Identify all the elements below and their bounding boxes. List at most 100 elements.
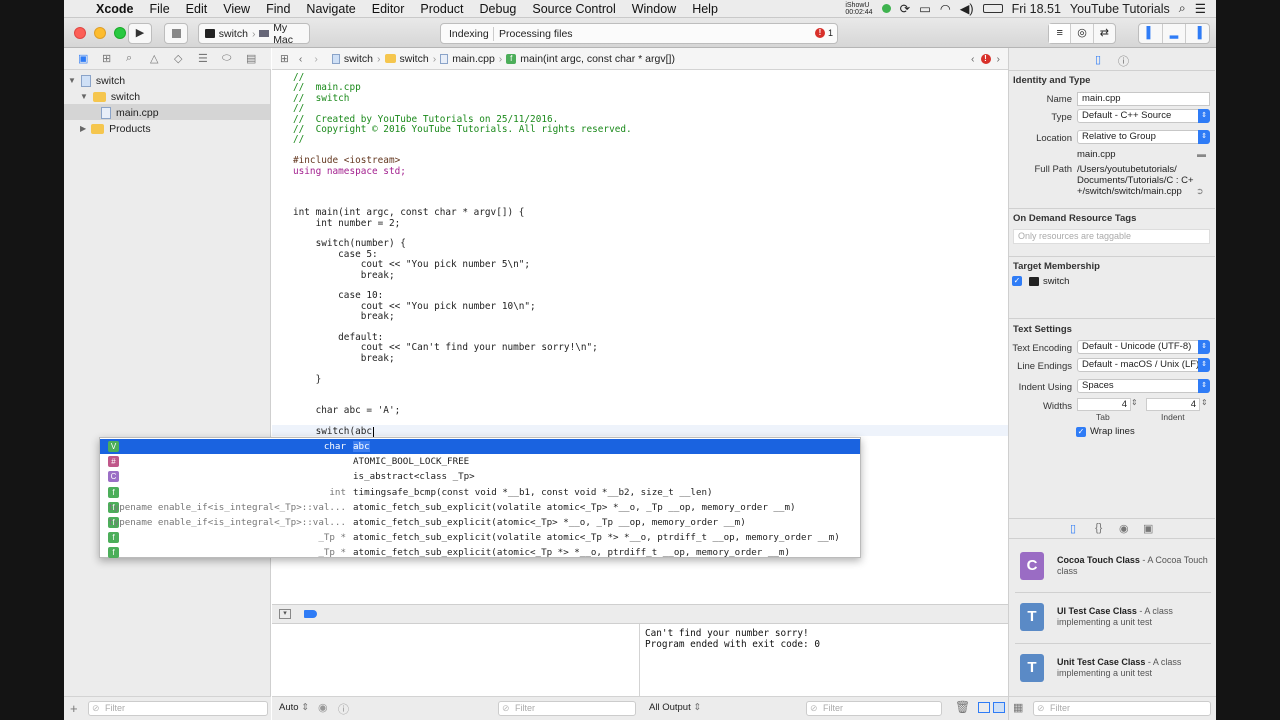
run-button[interactable]: ▶ — [128, 23, 152, 44]
autocomplete-item[interactable]: f _Tp * atomic_fetch_sub_explicit(volatile… — [100, 530, 860, 545]
hierarchy-tab-icon[interactable]: ⊞ — [102, 52, 111, 65]
issue-icon[interactable]: ! — [980, 53, 991, 64]
menu-xcode[interactable]: Xcode — [88, 2, 142, 16]
breakpoint-tab-icon[interactable]: ⬭ — [222, 52, 231, 65]
variables-scope-selector[interactable]: Auto ⇕ — [279, 702, 309, 713]
debug-tab-icon[interactable]: ☰ — [198, 52, 208, 65]
file-inspector-icon[interactable]: ▯ — [1095, 53, 1101, 66]
template-icon[interactable]: C — [1020, 552, 1044, 580]
template-item[interactable]: Unit Test Case Class - A class implement… — [1057, 657, 1209, 679]
trash-icon[interactable]: 🗑 — [955, 700, 970, 714]
menu-clock[interactable]: Fri 18.51 — [1012, 2, 1061, 16]
template-icon[interactable]: T — [1020, 654, 1044, 682]
location-select[interactable]: Relative to Group ⇕ — [1077, 130, 1210, 144]
tree-item-group-switch[interactable]: ▼ switch — [80, 89, 140, 104]
search-tab-icon[interactable]: ⌕ — [126, 52, 132, 65]
menu-edit[interactable]: Edit — [178, 2, 216, 16]
name-field[interactable]: main.cpp — [1077, 92, 1210, 106]
jump-crumb-function[interactable]: main(int argc, const char * argv[]) — [520, 53, 675, 65]
ondemand-tags-field[interactable]: Only resources are taggable — [1013, 229, 1210, 244]
menu-find[interactable]: Find — [258, 2, 298, 16]
template-item[interactable]: UI Test Case Class - A class implementin… — [1057, 606, 1209, 628]
tree-item-main-cpp[interactable]: main.cpp — [101, 105, 159, 120]
battery-icon[interactable] — [982, 4, 1003, 13]
menu-editor[interactable]: Editor — [364, 2, 413, 16]
sync-icon[interactable]: ⟳ — [900, 1, 910, 16]
airplay-icon[interactable]: ▭ — [919, 1, 931, 16]
type-select[interactable]: Default - C++ Source ⇕ — [1077, 109, 1210, 123]
grid-view-icon[interactable]: ▦ — [1013, 701, 1023, 714]
report-tab-icon[interactable]: ▤ — [246, 52, 256, 65]
print-description-icon[interactable]: ⓘ — [338, 701, 349, 717]
menu-navigate[interactable]: Navigate — [298, 2, 363, 16]
standard-editor-icon[interactable]: ≡ — [1049, 24, 1071, 43]
back-icon[interactable]: ‹ — [299, 53, 303, 65]
folder-tab-icon[interactable]: ▣ — [78, 52, 88, 65]
jump-crumb-file[interactable]: main.cpp — [452, 53, 495, 65]
quicklook-icon[interactable]: ◉ — [318, 701, 328, 714]
navigator-filter[interactable]: ⊘ Filter — [88, 701, 268, 716]
autocomplete-item[interactable]: Vchar abc — [100, 439, 860, 454]
file-template-library-icon[interactable]: ▯ — [1070, 522, 1076, 535]
menu-file[interactable]: File — [142, 2, 178, 16]
menu-debug[interactable]: Debug — [472, 2, 525, 16]
toggle-navigator-icon[interactable]: ▌ — [1139, 24, 1162, 43]
assistant-editor-icon[interactable]: ◎ — [1070, 24, 1092, 43]
disclosure-open-icon[interactable]: ▼ — [80, 92, 88, 101]
close-window-button[interactable] — [74, 27, 86, 39]
tree-item-products[interactable]: ▶ Products — [80, 121, 151, 136]
tab-stepper-icon[interactable]: ⇕ — [1131, 398, 1138, 407]
quick-help-icon[interactable]: ⓘ — [1118, 53, 1129, 69]
add-file-icon[interactable]: + — [70, 701, 78, 716]
hide-debug-area-icon[interactable]: ▾ — [279, 609, 291, 619]
toggle-utilities-icon[interactable]: ▐ — [1185, 24, 1209, 43]
error-count[interactable]: 1 — [828, 28, 833, 38]
stop-button[interactable] — [164, 23, 188, 44]
wifi-icon[interactable]: ◠ — [940, 1, 951, 16]
menu-user[interactable]: YouTube Tutorials — [1070, 2, 1170, 16]
next-issue-icon[interactable]: › — [997, 53, 1001, 65]
autocomplete-item[interactable]: f typename enable_if<is_integral<_Tp>::va… — [100, 515, 860, 530]
autocomplete-item[interactable]: f typename enable_if<is_integral<_Tp>::va… — [100, 500, 860, 515]
autocomplete-popup[interactable]: Vchar abc # ATOMIC_BOOL_LOCK_FREE Cis_abstra… — [99, 437, 861, 559]
toggle-debug-area-icon[interactable]: ▂ — [1161, 24, 1186, 43]
autocomplete-item[interactable]: # ATOMIC_BOOL_LOCK_FREE — [100, 454, 860, 469]
menu-view[interactable]: View — [215, 2, 258, 16]
show-variables-icon[interactable] — [978, 702, 990, 713]
menu-window[interactable]: Window — [624, 2, 684, 16]
autocomplete-item[interactable]: Cis_abstract<class _Tp> — [100, 469, 860, 484]
disclosure-open-icon[interactable]: ▼ — [68, 76, 76, 85]
error-badge-icon[interactable]: ! — [815, 28, 825, 38]
console-output-selector[interactable]: All Output ⇕ — [649, 702, 701, 713]
menu-help[interactable]: Help — [684, 2, 726, 16]
encoding-select[interactable]: Default - Unicode (UTF-8) ⇕ — [1077, 340, 1210, 354]
zoom-window-button[interactable] — [114, 27, 126, 39]
volume-icon[interactable]: ◀) — [960, 1, 974, 16]
recorder-status[interactable]: iShowU 00:02:44 — [845, 2, 872, 16]
indent-width-field[interactable]: 4 — [1146, 398, 1200, 411]
line-endings-select[interactable]: Default - macOS / Unix (LF) ⇕ — [1077, 358, 1210, 372]
spotlight-icon[interactable]: ⌕ — [1179, 1, 1186, 16]
code-snippet-library-icon[interactable]: {} — [1095, 522, 1102, 534]
media-library-icon[interactable]: ▣ — [1143, 522, 1153, 535]
autocomplete-item[interactable]: f int timingsafe_bcmp(const void *__b1, co… — [100, 485, 860, 500]
test-tab-icon[interactable]: ◇ — [174, 52, 182, 65]
variables-filter[interactable]: ⊘ Filter — [498, 701, 636, 716]
jump-crumb-group[interactable]: switch — [400, 53, 429, 65]
warning-tab-icon[interactable]: △ — [150, 52, 158, 65]
version-editor-icon[interactable]: ⇄ — [1092, 24, 1115, 43]
library-filter[interactable]: ⊘ Filter — [1033, 701, 1211, 716]
forward-icon[interactable]: › — [314, 53, 318, 65]
jump-crumb-project[interactable]: switch — [344, 53, 373, 65]
disclosure-closed-icon[interactable]: ▶ — [80, 124, 86, 133]
minimize-window-button[interactable] — [94, 27, 106, 39]
related-items-icon[interactable]: ⊞ — [280, 53, 289, 65]
template-item[interactable]: Cocoa Touch Class - A Cocoa Touch class — [1057, 555, 1209, 577]
prev-issue-icon[interactable]: ‹ — [971, 53, 975, 65]
breakpoints-toggle-icon[interactable] — [304, 610, 317, 618]
choose-folder-icon[interactable]: ▬ — [1197, 149, 1206, 159]
target-checkbox[interactable]: ✓ — [1012, 276, 1022, 286]
indent-stepper-icon[interactable]: ⇕ — [1201, 398, 1208, 407]
notification-center-icon[interactable]: ☰ — [1195, 1, 1206, 16]
wrap-lines-checkbox[interactable]: ✓ — [1076, 427, 1086, 437]
